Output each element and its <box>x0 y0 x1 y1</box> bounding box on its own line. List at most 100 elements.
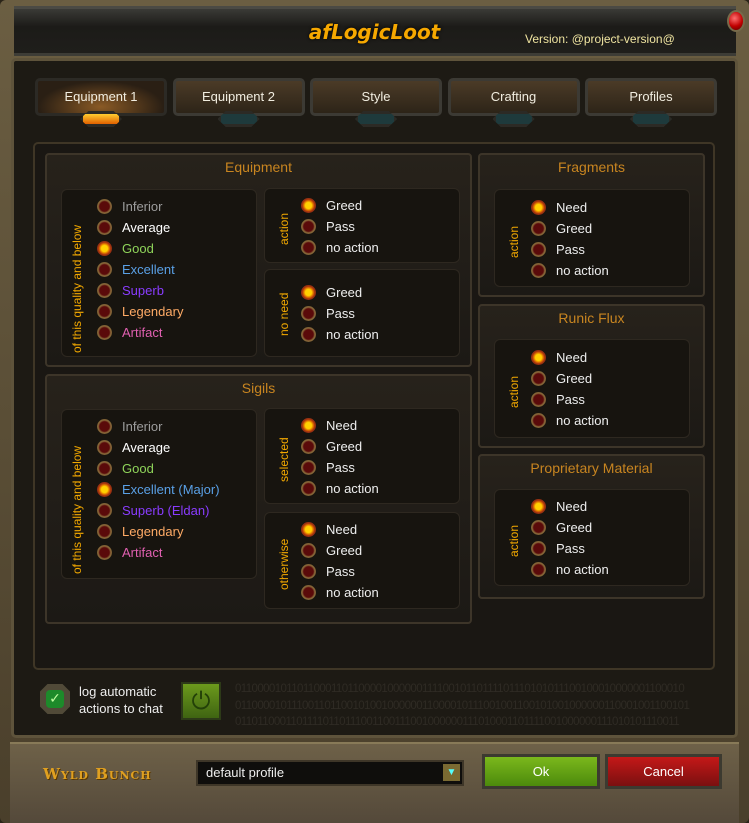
radio-button[interactable] <box>97 439 112 455</box>
tab-profiles[interactable]: Profiles <box>585 78 717 116</box>
radio-label: Need <box>556 499 588 514</box>
radio-option[interactable]: Good <box>97 238 154 258</box>
radio-button[interactable] <box>301 306 316 321</box>
radio-button[interactable] <box>301 585 316 600</box>
radio-button[interactable] <box>531 220 546 236</box>
radio-option[interactable]: Superb <box>97 280 164 300</box>
radio-button[interactable] <box>97 502 112 518</box>
radio-button[interactable] <box>531 520 546 535</box>
radio-option[interactable]: Greed <box>301 541 362 561</box>
radio-button[interactable] <box>97 261 112 277</box>
radio-option[interactable]: Greed <box>531 369 592 389</box>
radio-button[interactable] <box>301 459 316 475</box>
radio-option[interactable]: no action <box>301 478 379 498</box>
radio-button[interactable] <box>97 240 112 256</box>
radio-option[interactable]: Greed <box>531 218 592 238</box>
radio-label: no action <box>326 239 379 255</box>
radio-button[interactable] <box>531 413 546 428</box>
ok-button[interactable]: Ok <box>482 754 600 789</box>
radio-option[interactable]: no action <box>531 560 609 580</box>
radio-button[interactable] <box>301 480 316 496</box>
radio-button[interactable] <box>531 371 546 386</box>
radio-option[interactable]: Pass <box>301 216 355 236</box>
radio-option[interactable]: Pass <box>531 539 585 559</box>
radio-option[interactable]: Need <box>531 348 587 368</box>
radio-button[interactable] <box>531 541 546 556</box>
radio-button[interactable] <box>97 324 112 340</box>
radio-button[interactable] <box>97 460 112 476</box>
radio-option[interactable]: no action <box>531 411 609 431</box>
radio-option[interactable]: Legendary <box>97 301 183 321</box>
radio-option[interactable]: Superb (Eldan) <box>97 500 209 520</box>
tab-equipment-1[interactable]: Equipment 1 <box>35 78 167 116</box>
radio-button[interactable] <box>301 438 316 454</box>
radio-button[interactable] <box>301 285 316 300</box>
radio-button[interactable] <box>301 327 316 342</box>
radio-option[interactable]: Legendary <box>97 521 183 541</box>
radio-button[interactable] <box>531 241 546 257</box>
radio-button[interactable] <box>531 262 546 278</box>
radio-button[interactable] <box>301 543 316 558</box>
radio-label: Inferior <box>122 418 163 434</box>
chevron-down-icon[interactable]: ▼ <box>443 764 460 781</box>
tab-style[interactable]: Style <box>310 78 442 116</box>
radio-option[interactable]: Excellent <box>97 259 175 279</box>
radio-option[interactable]: Average <box>97 437 170 457</box>
radio-button[interactable] <box>97 481 112 497</box>
radio-button[interactable] <box>301 564 316 579</box>
tab-indicator <box>492 111 535 127</box>
radio-button[interactable] <box>531 562 546 577</box>
radio-button[interactable] <box>301 522 316 537</box>
radio-option[interactable]: Greed <box>531 518 592 538</box>
radio-button[interactable] <box>97 544 112 560</box>
radio-button[interactable] <box>531 392 546 407</box>
radio-button[interactable] <box>97 418 112 434</box>
radio-option[interactable]: Inferior <box>97 196 162 216</box>
radio-option[interactable]: no action <box>531 260 609 280</box>
sigils-otherwise-label: otherwise <box>277 538 291 590</box>
radio-option[interactable]: Need <box>301 415 357 435</box>
close-button[interactable] <box>727 10 745 32</box>
log-checkbox[interactable]: ✓ <box>46 690 64 708</box>
radio-button[interactable] <box>97 523 112 539</box>
radio-option[interactable]: Average <box>97 217 170 237</box>
power-button[interactable]: ⏻ <box>181 682 221 720</box>
radio-option[interactable]: no action <box>301 583 379 603</box>
radio-button[interactable] <box>531 499 546 514</box>
sigils-title: Sigils <box>241 380 276 396</box>
radio-button[interactable] <box>97 219 112 235</box>
radio-option[interactable]: Good <box>97 458 154 478</box>
radio-option[interactable]: Artifact <box>97 542 162 562</box>
radio-option[interactable]: Greed <box>301 436 362 456</box>
profile-dropdown[interactable]: default profile ▼ <box>196 760 464 786</box>
radio-option[interactable]: Need <box>301 520 357 540</box>
radio-option[interactable]: Excellent (Major) <box>97 479 220 499</box>
radio-option[interactable]: Pass <box>301 304 355 324</box>
radio-button[interactable] <box>301 239 316 255</box>
tab-crafting[interactable]: Crafting <box>447 78 580 116</box>
radio-button[interactable] <box>97 198 112 214</box>
radio-option[interactable]: Pass <box>301 457 355 477</box>
tab-equipment-2[interactable]: Equipment 2 <box>172 78 305 116</box>
radio-option[interactable]: Pass <box>301 562 355 582</box>
radio-option[interactable]: Pass <box>531 239 585 259</box>
radio-option[interactable]: Need <box>531 497 587 517</box>
radio-option[interactable]: Greed <box>301 283 362 303</box>
radio-label: Good <box>122 460 154 476</box>
radio-button[interactable] <box>531 199 546 215</box>
radio-option[interactable]: Need <box>531 197 587 217</box>
radio-button[interactable] <box>301 417 316 433</box>
radio-option[interactable]: Inferior <box>97 416 162 436</box>
radio-button[interactable] <box>97 303 112 319</box>
radio-option[interactable]: Artifact <box>97 322 162 342</box>
radio-button[interactable] <box>301 218 316 234</box>
radio-option[interactable]: Greed <box>301 195 362 215</box>
cancel-button[interactable]: Cancel <box>605 754 722 789</box>
radio-button[interactable] <box>531 350 546 365</box>
binary-line: 0110000101101100011011000010000001111001… <box>235 683 685 695</box>
radio-option[interactable]: no action <box>301 237 379 257</box>
radio-option[interactable]: Pass <box>531 390 585 410</box>
radio-option[interactable]: no action <box>301 325 379 345</box>
radio-button[interactable] <box>97 282 112 298</box>
radio-button[interactable] <box>301 197 316 213</box>
